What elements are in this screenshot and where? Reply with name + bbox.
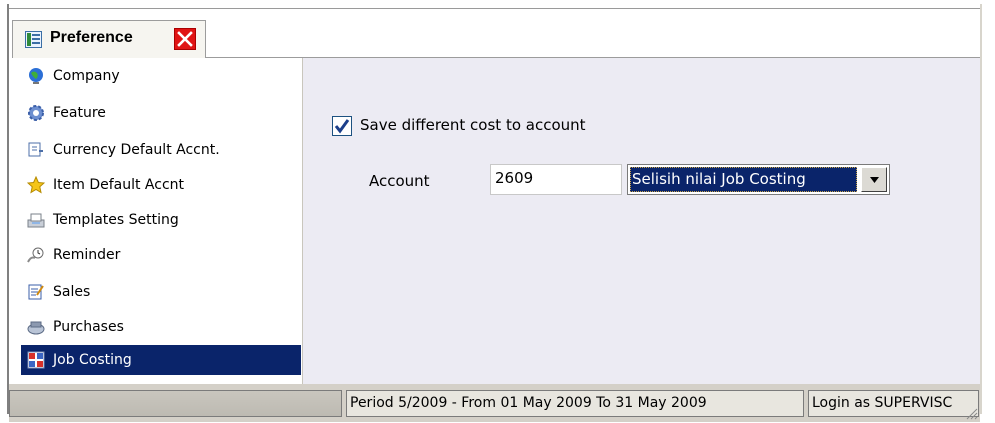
job-costing-icon (27, 351, 45, 369)
star-icon (27, 176, 45, 194)
preference-icon (25, 31, 42, 48)
status-login: Login as SUPERVISC (808, 390, 979, 417)
currency-icon (28, 142, 43, 157)
sidebar-item-label: Job Costing (53, 352, 132, 368)
status-bar: Period 5/2009 - From 01 May 2009 To 31 M… (9, 384, 980, 422)
chevron-down-icon (870, 177, 879, 183)
sidebar-item-label: Sales (53, 284, 91, 300)
sidebar-item-label: Company (53, 68, 120, 84)
job-costing-panel: Save different cost to account Account 2… (303, 58, 980, 384)
sidebar-item-reminder[interactable]: Reminder (21, 240, 301, 270)
reminder-icon (27, 247, 44, 263)
purchases-icon (27, 321, 45, 335)
sidebar-item-currency-default-accnt[interactable]: Currency Default Accnt. (21, 135, 301, 165)
status-period: Period 5/2009 - From 01 May 2009 To 31 M… (346, 390, 804, 417)
sidebar-item-label: Item Default Accnt (53, 177, 185, 193)
account-name-value: Selisih nilai Job Costing (630, 167, 857, 192)
sidebar-item-label: Reminder (53, 247, 121, 263)
sidebar-item-label: Purchases (53, 319, 124, 335)
gear-icon (28, 105, 44, 121)
status-progress (9, 390, 342, 417)
sidebar-item-item-default-accnt[interactable]: Item Default Accnt (21, 170, 301, 200)
sales-icon (28, 284, 44, 300)
sidebar-item-sales[interactable]: Sales (21, 277, 301, 307)
tab-preference[interactable]: Preference (12, 20, 206, 58)
tab-title: Preference (50, 29, 133, 46)
sidebar-item-job-costing[interactable]: Job Costing (21, 345, 301, 375)
sidebar-item-templates-setting[interactable]: Templates Setting (21, 205, 301, 235)
account-code-field[interactable]: 2609 (490, 164, 622, 195)
save-cost-label[interactable]: Save different cost to account (360, 116, 586, 134)
globe-icon (29, 68, 43, 84)
save-cost-checkbox[interactable] (332, 116, 352, 136)
sidebar-item-label: Templates Setting (53, 212, 179, 228)
dropdown-button[interactable] (861, 167, 887, 192)
sidebar-item-company[interactable]: Company (21, 61, 301, 91)
sidebar-item-purchases[interactable]: Purchases (21, 312, 301, 342)
preference-sidebar: Company Feature Currency Default Accnt. … (9, 58, 303, 384)
resize-grip-icon[interactable] (966, 408, 978, 420)
templates-icon (27, 213, 45, 228)
account-name-dropdown[interactable]: Selisih nilai Job Costing (627, 164, 890, 195)
account-label: Account (369, 172, 430, 190)
sidebar-item-label: Currency Default Accnt. (53, 142, 220, 158)
close-icon[interactable] (174, 28, 196, 50)
sidebar-item-label: Feature (53, 105, 106, 121)
sidebar-item-feature[interactable]: Feature (21, 98, 301, 128)
